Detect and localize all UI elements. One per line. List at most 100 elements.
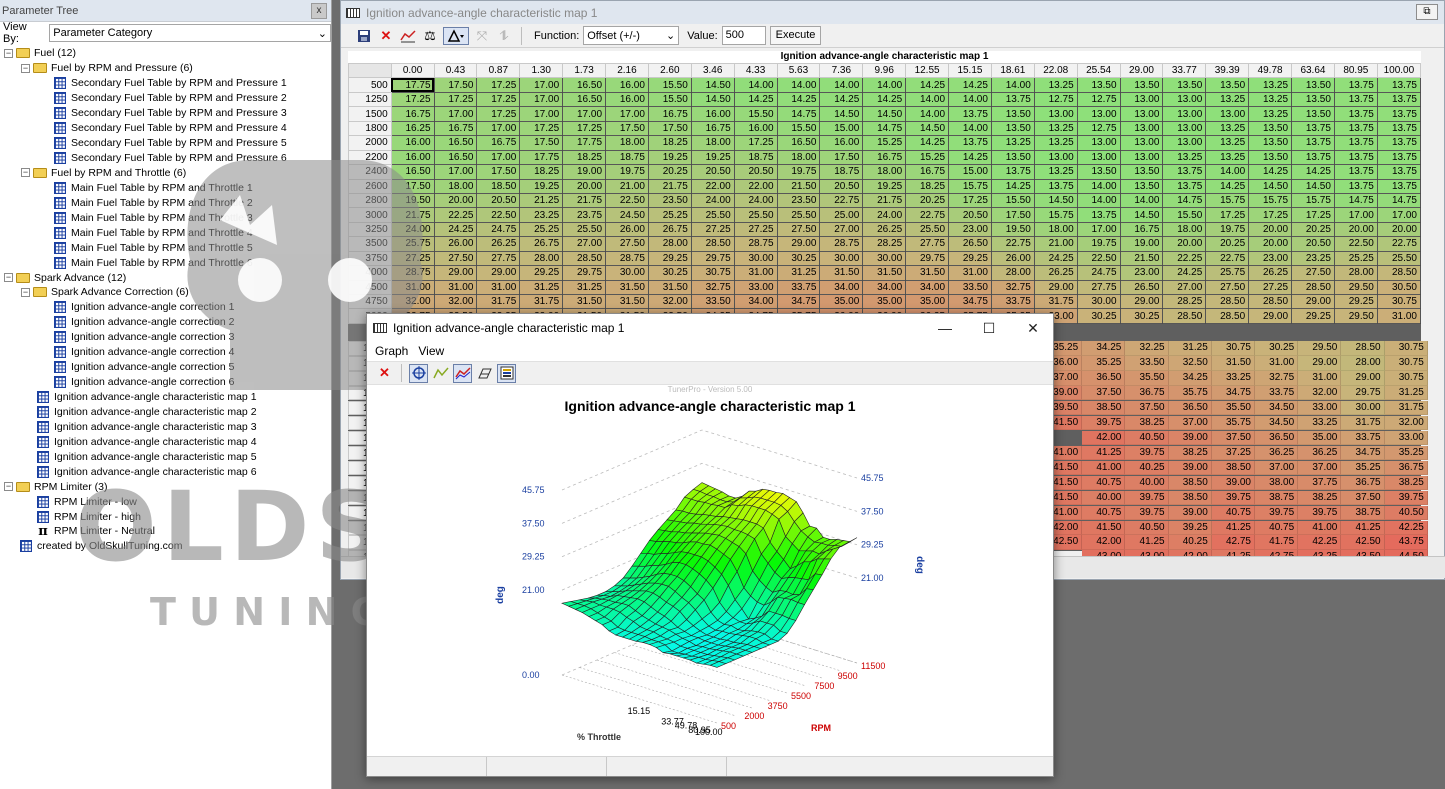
table-cell[interactable]: 19.00 xyxy=(562,164,607,180)
table-cell[interactable]: 19.50 xyxy=(991,222,1035,238)
table-cell[interactable]: 17.25 xyxy=(1248,207,1293,223)
table-cell[interactable]: 23.25 xyxy=(519,207,564,223)
table-cell[interactable]: 33.25 xyxy=(1211,371,1255,386)
table-cell[interactable]: 36.75 xyxy=(1125,385,1169,401)
2d-graph-icon[interactable] xyxy=(453,363,472,383)
table-cell[interactable]: 13.00 xyxy=(1120,121,1164,137)
table-cell[interactable]: 14.25 xyxy=(1248,164,1293,180)
collapse-icon[interactable]: − xyxy=(4,48,13,58)
table-cell[interactable]: 31.50 xyxy=(905,265,950,281)
table-cell[interactable]: 26.25 xyxy=(1034,265,1078,281)
table-cell[interactable]: 38.50 xyxy=(1082,400,1126,416)
table-cell[interactable]: 39.75 xyxy=(1298,505,1342,521)
table-cell[interactable]: 20.50 xyxy=(691,164,735,180)
table-cell[interactable]: 22.75 xyxy=(1377,236,1422,252)
table-cell[interactable]: 20.50 xyxy=(819,179,864,194)
table-cell[interactable]: 17.00 xyxy=(605,106,649,122)
table-cell[interactable]: 13.75 xyxy=(948,106,992,122)
table-cell[interactable]: 20.25 xyxy=(1205,236,1250,252)
table-cell[interactable]: 13.50 xyxy=(1077,164,1121,180)
table-cell[interactable]: 18.00 xyxy=(1162,222,1207,238)
table-cell[interactable]: 41.50 xyxy=(1082,520,1126,535)
tree-item[interactable]: Ignition advance-angle characteristic ma… xyxy=(0,390,331,405)
table-cell[interactable]: 16.50 xyxy=(391,164,435,180)
table-cell[interactable]: 31.25 xyxy=(1168,341,1212,356)
table-cell[interactable]: 31.50 xyxy=(605,294,649,310)
table-cell[interactable]: 35.50 xyxy=(1125,371,1169,386)
table-cell[interactable]: 37.50 xyxy=(1125,400,1169,416)
table-cell[interactable]: 22.50 xyxy=(1334,236,1378,252)
table-cell[interactable]: 23.50 xyxy=(648,193,692,209)
table-cell[interactable]: 18.75 xyxy=(605,150,649,166)
table-cell[interactable]: 14.00 xyxy=(1205,164,1250,180)
function-select[interactable]: Offset (+/-) ⌄ xyxy=(583,26,680,45)
table-cell[interactable]: 34.75 xyxy=(1341,445,1385,461)
table-cell[interactable]: 29.75 xyxy=(562,265,607,281)
table-cell[interactable]: 25.75 xyxy=(391,236,435,252)
table-cell[interactable]: 29.00 xyxy=(1120,294,1164,310)
table-cell[interactable]: 13.00 xyxy=(1120,92,1164,108)
table-cell[interactable]: 35.00 xyxy=(1298,430,1342,446)
table-cell[interactable]: 13.00 xyxy=(1205,106,1250,122)
table-cell[interactable]: 21.50 xyxy=(1120,251,1164,267)
table-cell[interactable]: 28.50 xyxy=(1248,294,1293,310)
restore-icon[interactable]: ⧉ xyxy=(1416,4,1438,20)
table-cell[interactable]: 15.75 xyxy=(1205,193,1250,209)
table-cell[interactable]: 15.50 xyxy=(734,106,778,122)
table-cell[interactable]: 22.75 xyxy=(905,207,950,223)
row-header[interactable]: 500 xyxy=(348,77,392,93)
column-header[interactable]: 0.00 xyxy=(390,62,435,79)
table-cell[interactable]: 39.75 xyxy=(1211,490,1255,506)
menu-view[interactable]: View xyxy=(414,344,448,358)
table-cell[interactable]: 20.00 xyxy=(562,179,607,194)
table-cell[interactable]: 18.00 xyxy=(434,179,478,194)
table-cell[interactable]: 25.00 xyxy=(819,207,864,223)
table-cell[interactable]: 24.00 xyxy=(391,222,435,238)
tree-item[interactable]: Main Fuel Table by RPM and Throttle 3 xyxy=(0,210,331,225)
table-cell[interactable]: 13.75 xyxy=(1334,121,1378,137)
table-cell[interactable]: 15.75 xyxy=(1034,207,1078,223)
table-cell[interactable]: 14.00 xyxy=(948,121,992,137)
table-cell[interactable]: 21.75 xyxy=(862,193,907,209)
table-cell[interactable]: 17.50 xyxy=(476,164,521,180)
table-cell[interactable]: 18.25 xyxy=(905,179,950,194)
table-cell[interactable]: 16.75 xyxy=(476,135,521,151)
table-cell[interactable]: 35.00 xyxy=(819,294,864,310)
table-cell[interactable]: 22.25 xyxy=(1162,251,1207,267)
table-cell[interactable]: 39.25 xyxy=(1168,520,1212,535)
table-cell[interactable]: 14.25 xyxy=(777,92,821,108)
table-cell[interactable]: 34.00 xyxy=(819,280,864,296)
table-cell[interactable]: 34.75 xyxy=(948,294,992,310)
row-header[interactable]: 2600 xyxy=(348,178,392,194)
tree-item[interactable]: created by OldSkullTuning.com xyxy=(0,539,331,554)
collapse-icon[interactable]: − xyxy=(21,63,30,73)
table-cell[interactable]: 27.50 xyxy=(1291,265,1335,281)
table-cell[interactable]: 38.75 xyxy=(1341,505,1385,521)
table-cell[interactable]: 13.75 xyxy=(1034,179,1078,194)
table-cell[interactable]: 13.25 xyxy=(1205,92,1250,108)
tree-item[interactable]: Ignition advance-angle characteristic ma… xyxy=(0,434,331,449)
table-cell[interactable]: 24.75 xyxy=(476,222,521,238)
table-cell[interactable]: 14.25 xyxy=(991,179,1035,194)
table-cell[interactable]: 16.75 xyxy=(905,164,950,180)
table-cell[interactable]: 17.00 xyxy=(519,77,564,93)
table-cell[interactable]: 14.25 xyxy=(905,135,950,151)
table-cell[interactable]: 18.25 xyxy=(519,164,564,180)
table-cell[interactable]: 19.75 xyxy=(1077,236,1121,252)
table-cell[interactable]: 31.75 xyxy=(1034,294,1078,310)
table-cell[interactable]: 16.50 xyxy=(562,92,607,108)
table-cell[interactable]: 19.00 xyxy=(1120,236,1164,252)
table-cell[interactable]: 25.25 xyxy=(519,222,564,238)
table-cell[interactable]: 28.50 xyxy=(1162,308,1207,324)
table-cell[interactable]: 13.75 xyxy=(1291,121,1335,137)
table-cell[interactable]: 30.00 xyxy=(605,265,649,281)
tree-folder[interactable]: − Fuel by RPM and Pressure (6) xyxy=(0,61,331,76)
table-cell[interactable]: 33.50 xyxy=(691,294,735,310)
table-cell[interactable]: 21.50 xyxy=(777,179,821,194)
table-cell[interactable]: 17.50 xyxy=(605,121,649,137)
table-cell[interactable]: 35.75 xyxy=(1168,385,1212,401)
table-cell[interactable]: 26.00 xyxy=(991,251,1035,267)
table-cell[interactable]: 39.75 xyxy=(1384,490,1428,506)
table-cell[interactable]: 18.00 xyxy=(605,135,649,151)
tree-item[interactable]: RPM Limiter - high xyxy=(0,509,331,524)
